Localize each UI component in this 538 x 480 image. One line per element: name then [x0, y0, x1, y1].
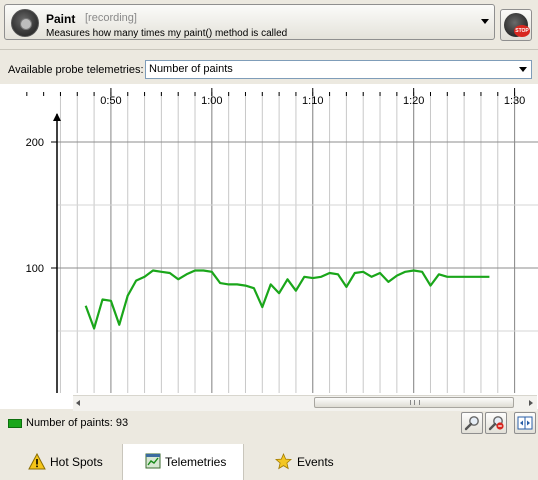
magnifier-icon	[464, 416, 479, 431]
tab-hot-spots[interactable]: Hot Spots	[28, 444, 118, 480]
tab-label: Hot Spots	[50, 455, 103, 469]
telemetry-label: Available probe telemetries:	[8, 64, 144, 76]
y-tick-label: 200	[26, 137, 44, 149]
probe-status: [recording]	[85, 12, 137, 24]
probe-name: Paint	[46, 12, 76, 26]
tab-telemetries[interactable]: Telemetries	[122, 444, 244, 480]
grip-icon	[410, 400, 420, 405]
scroll-right-icon[interactable]	[529, 400, 533, 406]
x-tick-label: 1:30	[504, 95, 525, 107]
zoom-out-button[interactable]	[485, 412, 507, 434]
legend-swatch	[8, 419, 22, 428]
probe-description: Measures how many times my paint() metho…	[46, 28, 288, 39]
telemetry-selected-value: Number of paints	[149, 63, 233, 75]
y-axis-arrow-icon	[53, 113, 61, 121]
x-tick-label: 1:10	[302, 95, 323, 107]
divider	[0, 49, 538, 50]
stop-recording-button[interactable]: STOP	[500, 9, 532, 41]
chevron-down-icon[interactable]	[481, 19, 489, 24]
series-line-number-of-paints	[84, 269, 490, 330]
probe-icon	[11, 9, 39, 37]
x-tick-label: 0:50	[100, 95, 121, 107]
fit-to-window-button[interactable]	[514, 412, 536, 434]
x-tick-label: 1:00	[201, 95, 222, 107]
y-tick-label: 100	[26, 263, 44, 275]
warning-icon	[28, 453, 46, 470]
probe-selector[interactable]: Paint [recording] Measures how many time…	[4, 4, 495, 40]
scroll-left-icon[interactable]	[76, 400, 80, 406]
telemetry-chart: 0:50 1:00 1:10 1:20 1:30 100 200	[0, 84, 538, 409]
legend-label: Number of paints: 93	[26, 417, 129, 429]
tab-events[interactable]: Events	[275, 444, 355, 480]
star-icon	[275, 453, 292, 470]
zoom-out-icon	[488, 416, 504, 431]
telemetry-select[interactable]: Number of paints	[145, 60, 532, 79]
tab-label: Telemetries	[165, 455, 227, 469]
chart-horizontal-scrollbar[interactable]	[73, 395, 537, 411]
x-tick-label: 1:20	[403, 95, 424, 107]
scrollbar-thumb[interactable]	[314, 397, 514, 408]
stop-badge: STOP	[514, 25, 530, 37]
tab-label: Events	[297, 455, 334, 469]
zoom-in-button[interactable]	[461, 412, 483, 434]
fit-width-icon	[517, 416, 533, 430]
view-tabs: Hot Spots Telemetries Events	[0, 444, 538, 480]
chevron-down-icon[interactable]	[519, 67, 527, 72]
telemetry-icon	[145, 453, 161, 469]
chart-svg: 0:50 1:00 1:10 1:20 1:30 100 200	[26, 88, 538, 393]
